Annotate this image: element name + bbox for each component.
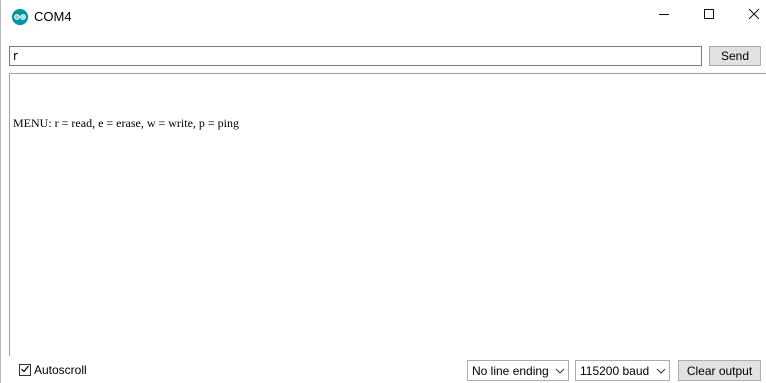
window-title: COM4 bbox=[34, 9, 72, 24]
line-ending-select[interactable]: No line ending bbox=[467, 360, 569, 381]
baud-rate-select[interactable]: 115200 baud bbox=[575, 360, 670, 381]
send-row: Send bbox=[1, 44, 766, 70]
maximize-button[interactable] bbox=[687, 0, 731, 32]
send-button[interactable]: Send bbox=[709, 46, 761, 66]
arduino-logo-icon bbox=[12, 9, 28, 25]
output-line: MENU: r = read, e = erase, w = write, p … bbox=[13, 116, 240, 130]
serial-monitor-window: COM4 Send MENU: r = read, e = erase, w =… bbox=[0, 0, 766, 383]
chevron-down-icon bbox=[653, 368, 669, 374]
bottom-bar: Autoscroll No line ending 115200 baud Cl… bbox=[1, 358, 766, 383]
close-icon bbox=[748, 7, 760, 25]
minimize-button[interactable] bbox=[642, 0, 686, 32]
autoscroll-toggle[interactable]: Autoscroll bbox=[19, 363, 87, 377]
command-input[interactable] bbox=[9, 46, 702, 66]
checkmark-icon bbox=[20, 361, 30, 379]
maximize-icon bbox=[703, 7, 715, 25]
baud-rate-value: 115200 baud bbox=[580, 363, 650, 378]
autoscroll-checkbox[interactable] bbox=[19, 364, 31, 376]
minimize-icon bbox=[658, 7, 670, 25]
line-ending-value: No line ending bbox=[472, 363, 549, 378]
close-button[interactable] bbox=[732, 0, 766, 32]
autoscroll-label: Autoscroll bbox=[34, 363, 87, 377]
chevron-down-icon bbox=[552, 368, 568, 374]
clear-output-button[interactable]: Clear output bbox=[678, 360, 761, 381]
serial-output[interactable]: MENU: r = read, e = erase, w = write, p … bbox=[9, 73, 766, 356]
title-bar: COM4 bbox=[1, 0, 766, 38]
